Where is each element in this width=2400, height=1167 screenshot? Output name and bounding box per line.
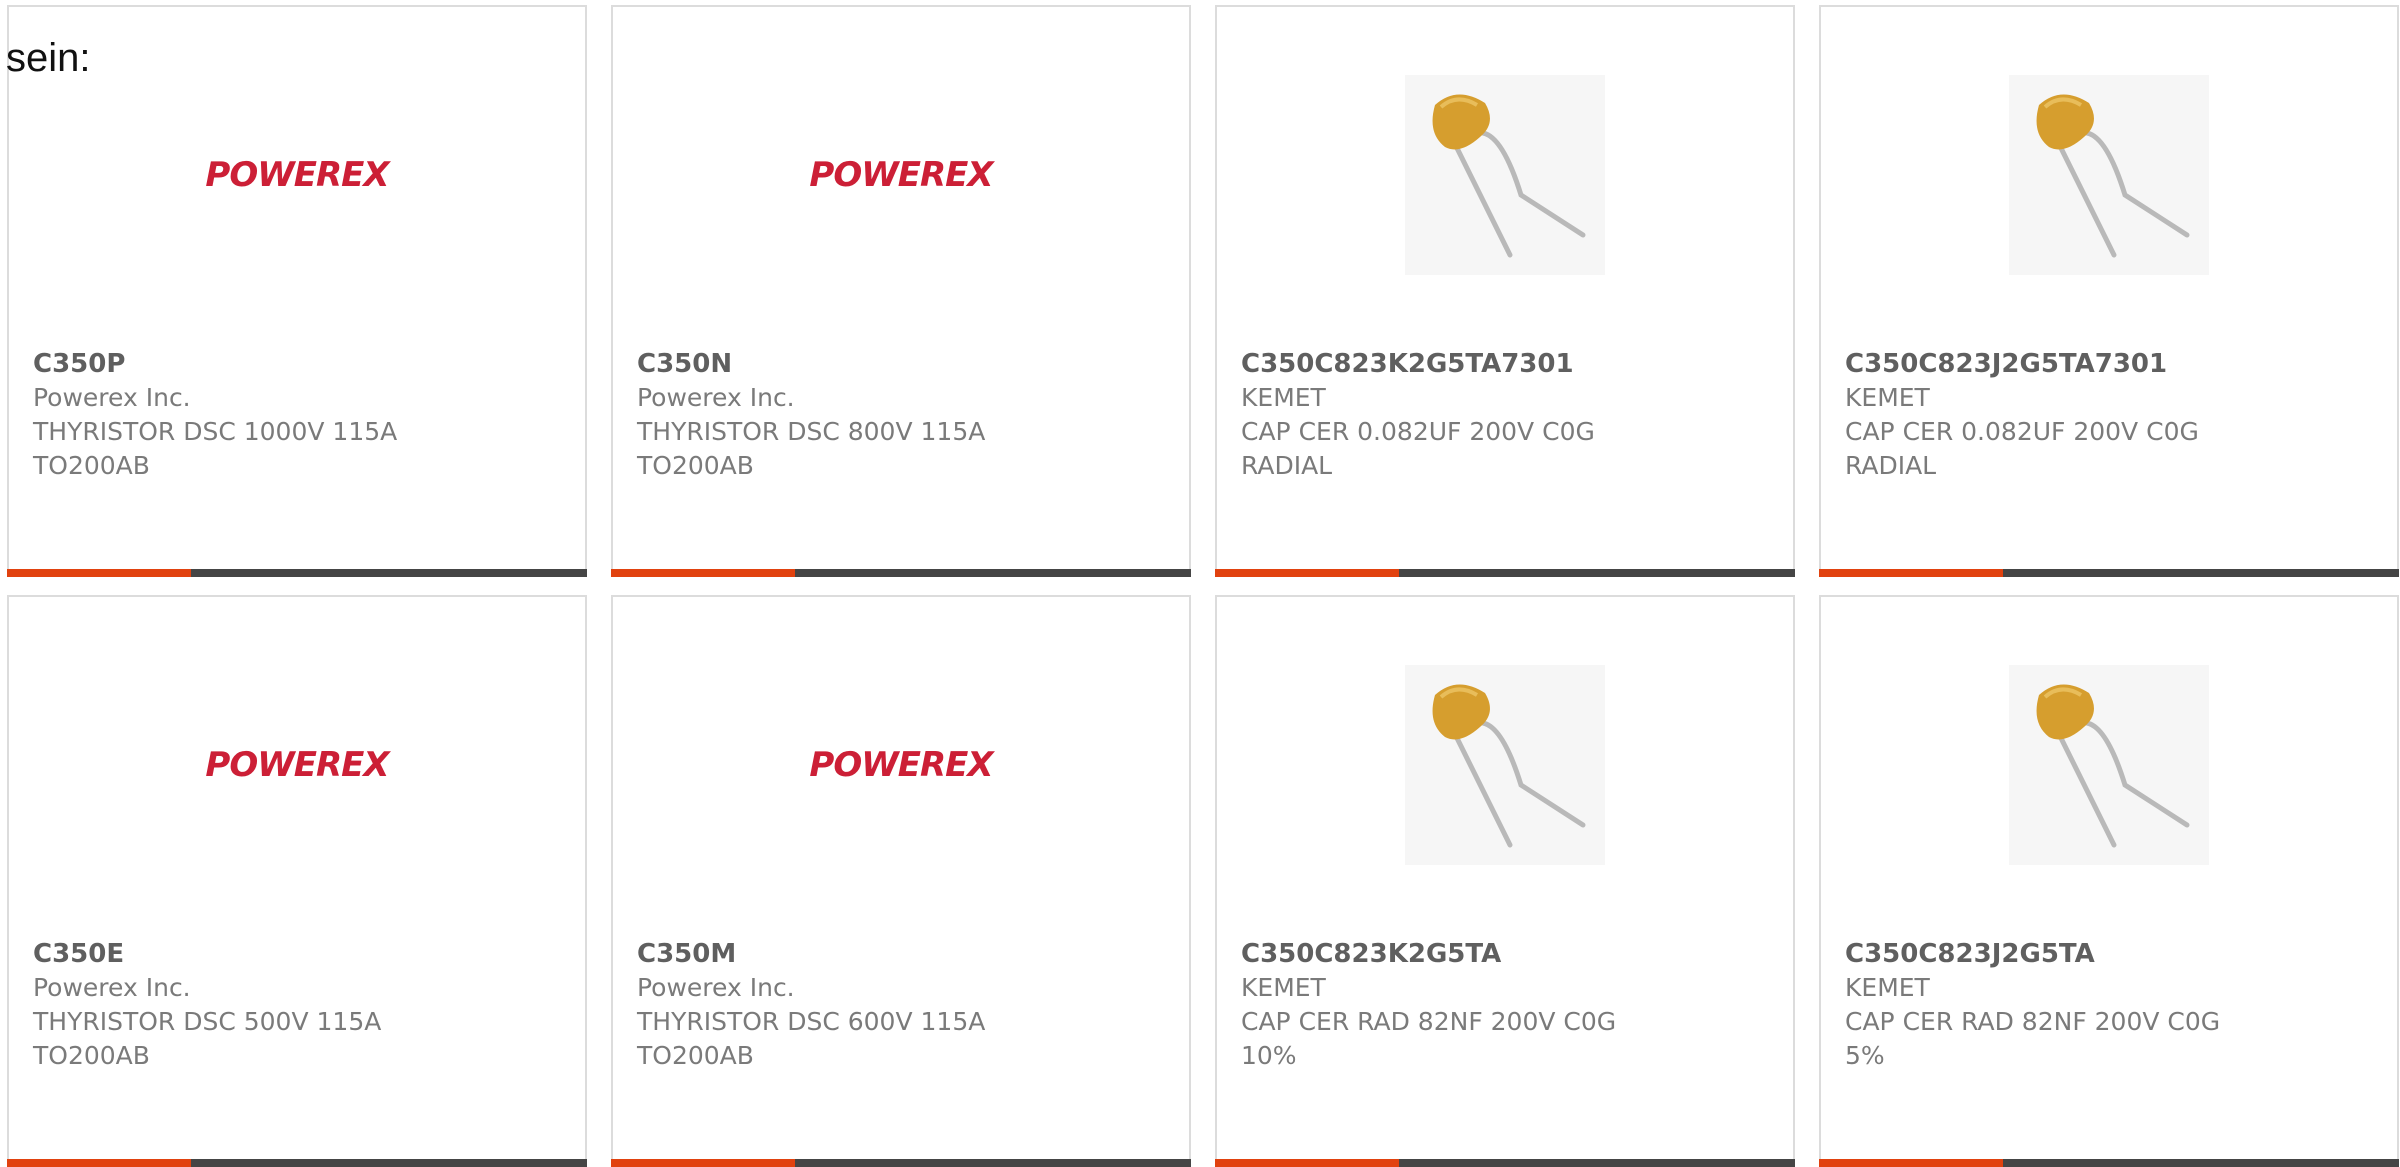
product-image[interactable]	[1821, 75, 2397, 275]
description: THYRISTOR DSC 600V 115A	[637, 1007, 986, 1036]
svg-text:POWEREX: POWEREX	[809, 745, 995, 785]
lead-text: sein:	[6, 36, 91, 80]
powerex-logo: POWEREX	[205, 745, 392, 785]
card-accent	[611, 569, 795, 577]
product-card[interactable]: POWEREX C350P Powerex Inc. THYRISTOR DSC…	[7, 5, 587, 577]
product-image[interactable]	[1217, 75, 1793, 275]
product-image[interactable]: POWEREX	[9, 665, 585, 865]
part-number[interactable]: C350C823J2G5TA7301	[1845, 347, 2373, 381]
card-footer-bar	[7, 1159, 587, 1167]
manufacturer: KEMET	[1241, 973, 1326, 1002]
description-tolerance: 10%	[1241, 1041, 1297, 1070]
card-footer-bar	[7, 569, 587, 577]
product-card[interactable]: C350C823J2G5TA KEMET CAP CER RAD 82NF 20…	[1819, 595, 2399, 1167]
description-package: RADIAL	[1241, 451, 1333, 480]
card-footer-bar	[611, 1159, 1191, 1167]
description: CAP CER 0.082UF 200V C0G	[1241, 417, 1595, 446]
product-image[interactable]: POWEREX	[613, 75, 1189, 275]
product-image[interactable]	[1217, 665, 1793, 865]
description-package: TO200AB	[33, 451, 150, 480]
card-accent	[1819, 1159, 2003, 1167]
card-footer-bar	[1819, 569, 2399, 577]
card-footer-bar	[611, 569, 1191, 577]
manufacturer: Powerex Inc.	[637, 383, 795, 412]
product-card[interactable]: POWEREX C350E Powerex Inc. THYRISTOR DSC…	[7, 595, 587, 1167]
product-card[interactable]: C350C823J2G5TA7301 KEMET CAP CER 0.082UF…	[1819, 5, 2399, 577]
description-package: TO200AB	[637, 451, 754, 480]
card-footer-bar	[1215, 1159, 1795, 1167]
product-image[interactable]	[1821, 665, 2397, 865]
powerex-logo: POWEREX	[809, 745, 996, 785]
manufacturer: KEMET	[1241, 383, 1326, 412]
product-card[interactable]: POWEREX C350M Powerex Inc. THYRISTOR DSC…	[611, 595, 1191, 1167]
svg-text:POWEREX: POWEREX	[205, 745, 391, 785]
description: CAP CER RAD 82NF 200V C0G	[1845, 1007, 2221, 1036]
card-accent	[611, 1159, 795, 1167]
card-accent	[1215, 1159, 1399, 1167]
card-footer-bar	[1819, 1159, 2399, 1167]
card-accent	[7, 1159, 191, 1167]
card-accent	[7, 569, 191, 577]
manufacturer: KEMET	[1845, 383, 1930, 412]
description: CAP CER 0.082UF 200V C0G	[1845, 417, 2199, 446]
radial-capacitor-photo	[2009, 665, 2209, 865]
part-number[interactable]: C350N	[637, 347, 1165, 381]
part-number[interactable]: C350P	[33, 347, 561, 381]
description: THYRISTOR DSC 1000V 115A	[33, 417, 398, 446]
description-package: TO200AB	[637, 1041, 754, 1070]
card-accent	[1819, 569, 2003, 577]
svg-text:POWEREX: POWEREX	[809, 155, 995, 195]
product-card[interactable]: C350C823K2G5TA7301 KEMET CAP CER 0.082UF…	[1215, 5, 1795, 577]
part-number[interactable]: C350C823J2G5TA	[1845, 937, 2373, 971]
part-number[interactable]: C350C823K2G5TA7301	[1241, 347, 1769, 381]
manufacturer: Powerex Inc.	[637, 973, 795, 1002]
description: THYRISTOR DSC 500V 115A	[33, 1007, 382, 1036]
manufacturer: Powerex Inc.	[33, 383, 191, 412]
radial-capacitor-photo	[2009, 75, 2209, 275]
part-number[interactable]: C350E	[33, 937, 561, 971]
powerex-logo: POWEREX	[809, 155, 996, 195]
description: CAP CER RAD 82NF 200V C0G	[1241, 1007, 1617, 1036]
card-footer-bar	[1215, 569, 1795, 577]
product-card[interactable]: C350C823K2G5TA KEMET CAP CER RAD 82NF 20…	[1215, 595, 1795, 1167]
svg-text:POWEREX: POWEREX	[205, 155, 391, 195]
radial-capacitor-photo	[1405, 75, 1605, 275]
product-card[interactable]: POWEREX C350N Powerex Inc. THYRISTOR DSC…	[611, 5, 1191, 577]
powerex-logo: POWEREX	[205, 155, 392, 195]
product-image[interactable]: POWEREX	[613, 665, 1189, 865]
description-package: RADIAL	[1845, 451, 1937, 480]
description-tolerance: 5%	[1845, 1041, 1885, 1070]
part-number[interactable]: C350C823K2G5TA	[1241, 937, 1769, 971]
description-package: TO200AB	[33, 1041, 150, 1070]
card-accent	[1215, 569, 1399, 577]
manufacturer: Powerex Inc.	[33, 973, 191, 1002]
manufacturer: KEMET	[1845, 973, 1930, 1002]
description: THYRISTOR DSC 800V 115A	[637, 417, 986, 446]
product-image[interactable]: POWEREX	[9, 75, 585, 275]
part-number[interactable]: C350M	[637, 937, 1165, 971]
radial-capacitor-photo	[1405, 665, 1605, 865]
